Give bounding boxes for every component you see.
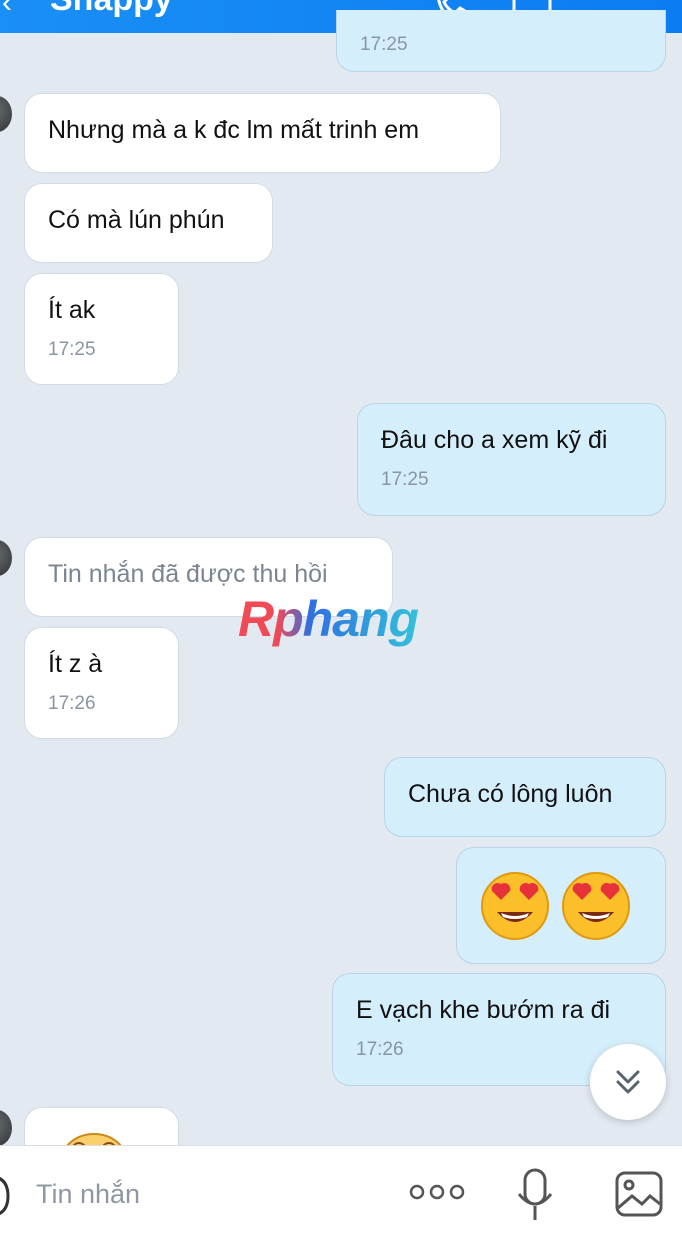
avatar[interactable] [0, 96, 12, 132]
incoming-message[interactable]: Nhưng mà a k đc lm mất trinh em [24, 93, 501, 173]
image-icon[interactable] [614, 1170, 664, 1218]
incoming-message[interactable]: Ít ak 17:25 [24, 273, 179, 385]
message-input-bar: Tin nhắn [0, 1145, 682, 1241]
message-text: Tin nhắn đã được thu hồi [48, 560, 328, 588]
more-icon[interactable] [408, 1182, 466, 1202]
avatar[interactable] [0, 1110, 12, 1146]
message-time: 17:25 [381, 469, 429, 490]
message-text: Chưa có lông luôn [408, 780, 613, 808]
outgoing-message[interactable]: Chưa có lông luôn [384, 757, 666, 837]
watermark: Rphang [238, 591, 419, 647]
message-text: Nhưng mà a k đc lm mất trinh em [48, 116, 420, 144]
scroll-to-bottom-button[interactable] [590, 1044, 666, 1120]
message-input[interactable]: Tin nhắn [36, 1179, 140, 1210]
avatar[interactable] [0, 540, 12, 576]
heart-eyes-emoji [481, 872, 549, 940]
outgoing-message[interactable]: 17:25 [336, 10, 666, 72]
message-text: Có mà lún phún [48, 206, 225, 234]
sticker-icon[interactable] [0, 1172, 14, 1218]
microphone-icon[interactable] [516, 1168, 554, 1222]
incoming-message[interactable]: Có mà lún phún [24, 183, 273, 263]
message-time: 17:26 [48, 693, 96, 714]
message-time: 17:25 [360, 34, 408, 55]
outgoing-message[interactable]: Đâu cho a xem kỹ đi 17:25 [357, 403, 666, 516]
chevron-double-down-icon [616, 1070, 640, 1094]
chat-title[interactable]: Snappy [50, 0, 173, 19]
incoming-message[interactable]: Ít z à 17:26 [24, 627, 179, 739]
back-arrow-icon[interactable]: ‹ [2, 0, 12, 20]
outgoing-emoji-message[interactable] [456, 847, 666, 964]
heart-eyes-emoji [562, 872, 630, 940]
message-text: Ít z à [48, 650, 103, 678]
message-time: 17:25 [48, 339, 96, 360]
message-text: Ít ak [48, 296, 96, 324]
message-text: E vạch khe bướm ra đi [356, 996, 611, 1024]
message-text: Đâu cho a xem kỹ đi [381, 426, 608, 454]
